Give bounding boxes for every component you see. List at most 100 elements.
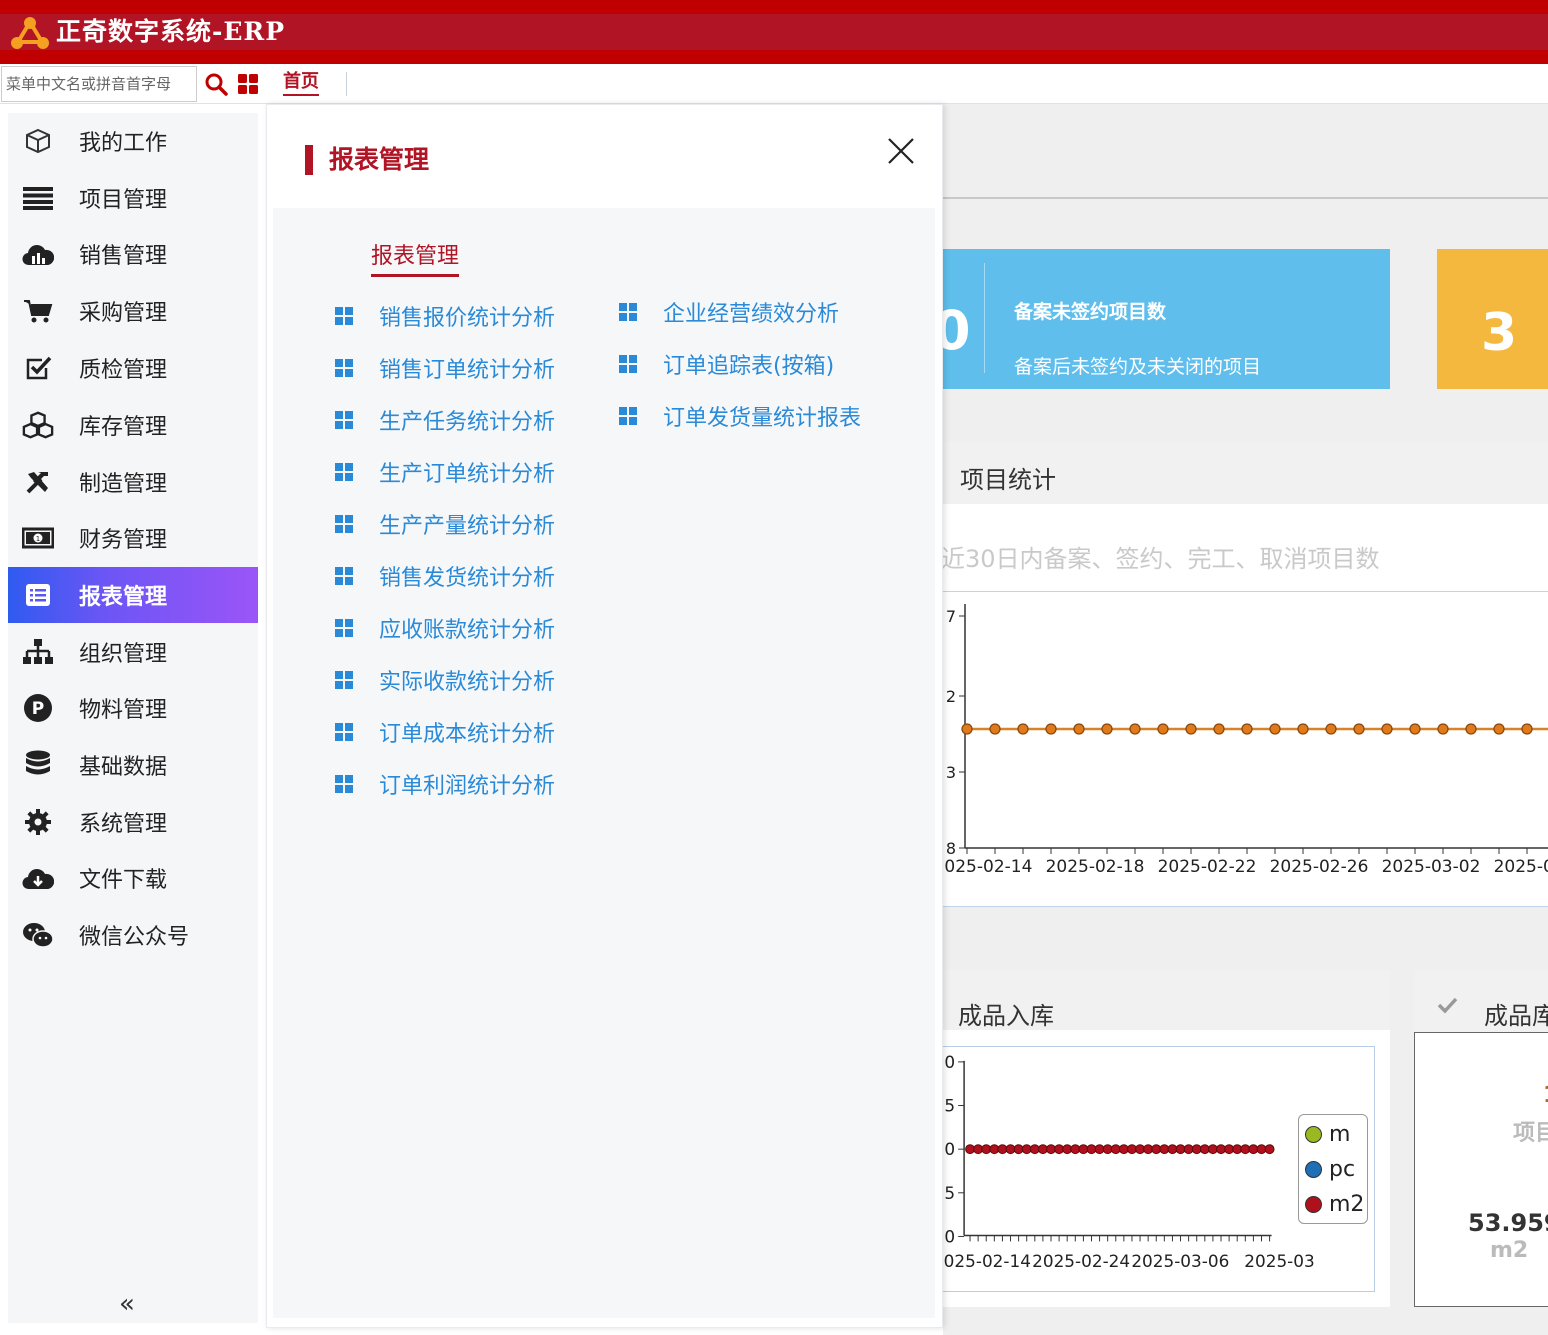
report-menu-item[interactable]: 应收账款统计分析 [335,613,555,643]
data-point [1017,723,1029,735]
sidebar-item-downloads[interactable]: 文件下载 [8,850,258,906]
data-point [1493,723,1505,735]
data-point [1118,1144,1129,1155]
report-menu-item[interactable]: 销售发货统计分析 [335,561,555,591]
panel-body: 报表管理 销售报价统计分析 销售订单统计分析 生产任务统计分析 生产订单统计分析 生产产… [273,208,935,1318]
sidebar-item-materials[interactable]: P 物料管理 [8,680,258,736]
report-menu-item[interactable]: 销售订单统计分析 [335,353,555,383]
close-icon[interactable] [881,131,921,171]
sidebar-item-label: 制造管理 [79,472,168,497]
database-icon [22,749,54,781]
y-tick-label: 5 [944,1183,955,1203]
sidebar-item-inventory[interactable]: 库存管理 [8,397,258,453]
data-point [1269,723,1281,735]
sidebar-item-wechat[interactable]: 微信公众号 [8,907,258,963]
data-point [1094,1144,1105,1155]
report-menu-label: 订单发货量统计报表 [663,406,862,431]
report-menu-item[interactable]: 生产订单统计分析 [335,457,555,487]
sidebar-item-label: 文件下载 [79,868,168,893]
panel-header: 项目统计 [943,442,1548,504]
sidebar-item-purchasing[interactable]: 采购管理 [8,283,258,339]
money-icon: 1 [22,522,54,554]
menu-search-input[interactable] [1,66,197,102]
finished-goods-inbound-panel: 成品入库 0 5 0 5 0 2025-02-142025-02-242025-03-06… [943,970,1390,1307]
reports-menu-panel: 报表管理 报表管理 销售报价统计分析 销售订单统计分析 生产任务统计分析 生产订单统计… [266,104,943,1328]
cloud-download-icon [22,862,54,894]
grid-icon [335,723,353,741]
report-menu-item[interactable]: 订单成本统计分析 [335,717,555,747]
card-description: 备案后未签约及未关闭的项目 [1014,356,1262,378]
sidebar-item-manufacturing[interactable]: 制造管理 [8,454,258,510]
report-menu-item[interactable]: 企业经营绩效分析 [619,297,839,327]
sidebar-item-system[interactable]: 系统管理 [8,794,258,850]
sidebar-item-label: 基础数据 [79,755,168,780]
search-icon[interactable] [204,72,228,96]
tab-home[interactable]: 首页 [283,70,319,96]
legend-label: pc [1329,1156,1356,1182]
data-point [1159,1144,1170,1155]
report-menu-item[interactable]: 订单发货量统计报表 [619,401,861,431]
sidebar-item-finance[interactable]: 1 财务管理 [8,510,258,566]
boxes-icon [22,409,54,441]
report-menu-label: 销售订单统计分析 [379,358,556,383]
x-tick-label: 2025-03-02 [1382,857,1481,877]
unsigned-projects-card[interactable]: 0 备案未签约项目数 备案后未签约及未关闭的项目 [933,249,1390,389]
sidebar-item-sales[interactable]: 销售管理 [8,226,258,282]
x-tick-label: 2025-02-18 [1046,857,1145,877]
card-title: 备案未签约项目数 [1014,301,1167,323]
data-point [1297,723,1309,735]
legend-item: m [1305,1121,1350,1147]
y-tick-label: 3 [946,763,956,782]
stat-value: 1 [1543,1083,1548,1108]
checkbox-icon [22,352,54,384]
x-tick-label: 2025-02-14 [943,1251,1031,1271]
apps-grid-icon[interactable] [238,74,258,94]
grid-icon [335,463,353,481]
data-point [1070,1144,1081,1155]
panel-title: 成品库 [1484,1002,1548,1030]
data-point [1045,723,1057,735]
y-tick-label: 0 [944,1052,955,1072]
data-point [1101,723,1113,735]
data-point [1037,1144,1048,1155]
data-point [1248,1144,1259,1155]
project-stats-panel: 项目统计 近30日内备案、签约、完工、取消项目数 7 2 3 8 2025-02-14 2… [941,442,1548,907]
report-menu-label: 生产产量统计分析 [379,514,556,539]
report-menu-item[interactable]: 订单利润统计分析 [335,769,555,799]
tools-icon [22,466,54,498]
data-point [1409,723,1421,735]
sidebar-item-label: 销售管理 [79,244,168,269]
dashboard-main: 0 备案未签约项目数 备案后未签约及未关闭的项目 3 项目统计 近30日内备案、… [933,104,1548,1335]
panel-body: 1 项目 53.959 m2 [1414,1032,1548,1307]
report-menu-item[interactable]: 生产任务统计分析 [335,405,555,435]
y-tick-label: 0 [944,1139,955,1159]
sidebar-item-organization[interactable]: 组织管理 [8,624,258,680]
data-point [1135,1144,1146,1155]
data-point [1241,723,1253,735]
sidebar-item-label: 微信公众号 [79,925,190,950]
collapse-sidebar-button[interactable]: « [112,1289,142,1319]
grid-icon [335,567,353,585]
report-menu-item[interactable]: 销售报价统计分析 [335,301,555,331]
data-point [989,1144,1000,1155]
app-title: 正奇数字系统-ERP [56,17,286,46]
data-point [1381,723,1393,735]
panel-title: 报表管理 [329,145,430,174]
data-point [1054,1144,1065,1155]
y-tick-label: 0 [944,1226,955,1246]
sidebar-item-my-work[interactable]: 我的工作 [8,113,258,169]
x-tick-label: 2025-02-22 [1158,857,1257,877]
report-menu-item[interactable]: 实际收款统计分析 [335,665,555,695]
sidebar-item-label: 项目管理 [79,188,168,213]
sidebar-item-reports[interactable]: 报表管理 [8,567,258,623]
data-point [1167,1144,1178,1155]
report-menu-item[interactable]: 生产产量统计分析 [335,509,555,539]
data-point [1325,723,1337,735]
dashboard-header [943,104,1548,199]
sidebar-item-quality[interactable]: 质检管理 [8,340,258,396]
report-menu-item[interactable]: 订单追踪表(按箱) [619,349,834,379]
sidebar-item-projects[interactable]: 项目管理 [8,170,258,226]
sidebar-item-base-data[interactable]: 基础数据 [8,737,258,793]
stat-card-yellow[interactable]: 3 [1437,249,1548,389]
wechat-icon [22,919,54,951]
